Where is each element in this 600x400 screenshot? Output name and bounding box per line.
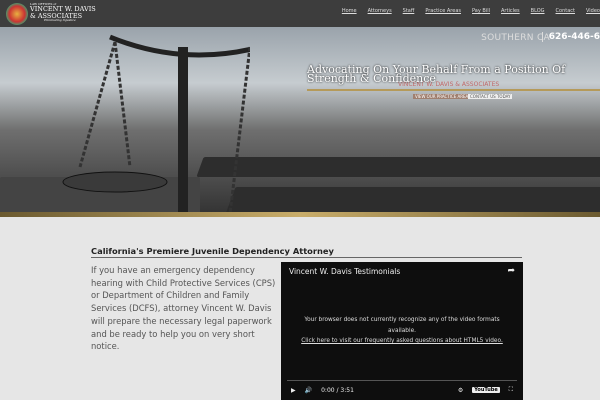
nav-articles[interactable]: Articles (501, 8, 520, 14)
site-header: LAW OFFICES of VINCENT W. DAVIS & ASSOCI… (0, 0, 600, 27)
nav-attorneys[interactable]: Attorneys (368, 8, 392, 14)
hero-banner: SOUTHERN CA 626-446-6 VINCENT W. DAVIS &… (0, 27, 600, 214)
html5-faq-link[interactable]: Click here to visit our frequently asked… (301, 338, 503, 344)
brand-tagline: Eliminating Injustice (44, 18, 76, 22)
page-heading: California's Premiere Juvenile Dependenc… (91, 246, 522, 258)
nav-contact[interactable]: Contact (556, 8, 575, 14)
nav-staff[interactable]: Staff (403, 8, 415, 14)
gear-icon[interactable]: ⚙ (458, 387, 463, 394)
video-controls: ▶ 🔊 0:00 / 3:51 ⚙ YouTube ⛶ (281, 383, 523, 397)
gold-divider (0, 212, 600, 217)
fullscreen-icon[interactable]: ⛶ (509, 386, 513, 394)
video-progress-bar[interactable] (287, 380, 517, 381)
scales-of-justice-icon (62, 34, 250, 214)
youtube-logo[interactable]: YouTube (472, 387, 500, 393)
video-error-text: Your browser does not currently recogniz… (304, 317, 500, 334)
play-icon[interactable]: ▶ (291, 387, 296, 394)
phone-number[interactable]: 626-446-6 (541, 32, 600, 42)
nav-blog[interactable]: BLOG (531, 8, 545, 14)
hero-divider (307, 89, 600, 91)
video-title[interactable]: Vincent W. Davis Testimonials (289, 267, 400, 276)
share-icon[interactable]: ➦ (507, 266, 515, 276)
nav-video[interactable]: Video (586, 8, 600, 14)
courtroom-bench (196, 157, 600, 177)
intro-text: If you have an emergency dependency hear… (91, 265, 276, 352)
brand[interactable]: LAW OFFICES of VINCENT W. DAVIS & ASSOCI… (30, 3, 96, 22)
contact-button[interactable]: CONTACT US TODAY (468, 94, 513, 99)
nav-pay-bill[interactable]: Pay Bill (472, 8, 490, 14)
video-message: Your browser does not currently recogniz… (301, 315, 503, 347)
practice-areas-button[interactable]: VIEW OUR PRACTICE AREAS (413, 94, 473, 99)
video-time: 0:00 / 3:51 (321, 386, 354, 394)
hero-slogan: Advocating On Your Behalf From a Positio… (307, 63, 566, 85)
volume-icon[interactable]: 🔊 (305, 387, 312, 394)
region-label: SOUTHERN CA (481, 33, 550, 43)
courtroom-bench (224, 187, 600, 214)
video-player[interactable]: Vincent W. Davis Testimonials ➦ Your bro… (281, 262, 523, 400)
nav-home[interactable]: Home (342, 8, 357, 14)
nav-practice-areas[interactable]: Practice Areas (425, 8, 461, 14)
logo[interactable] (6, 3, 28, 25)
main-nav: Home Attorneys Staff Practice Areas Pay … (342, 8, 600, 14)
